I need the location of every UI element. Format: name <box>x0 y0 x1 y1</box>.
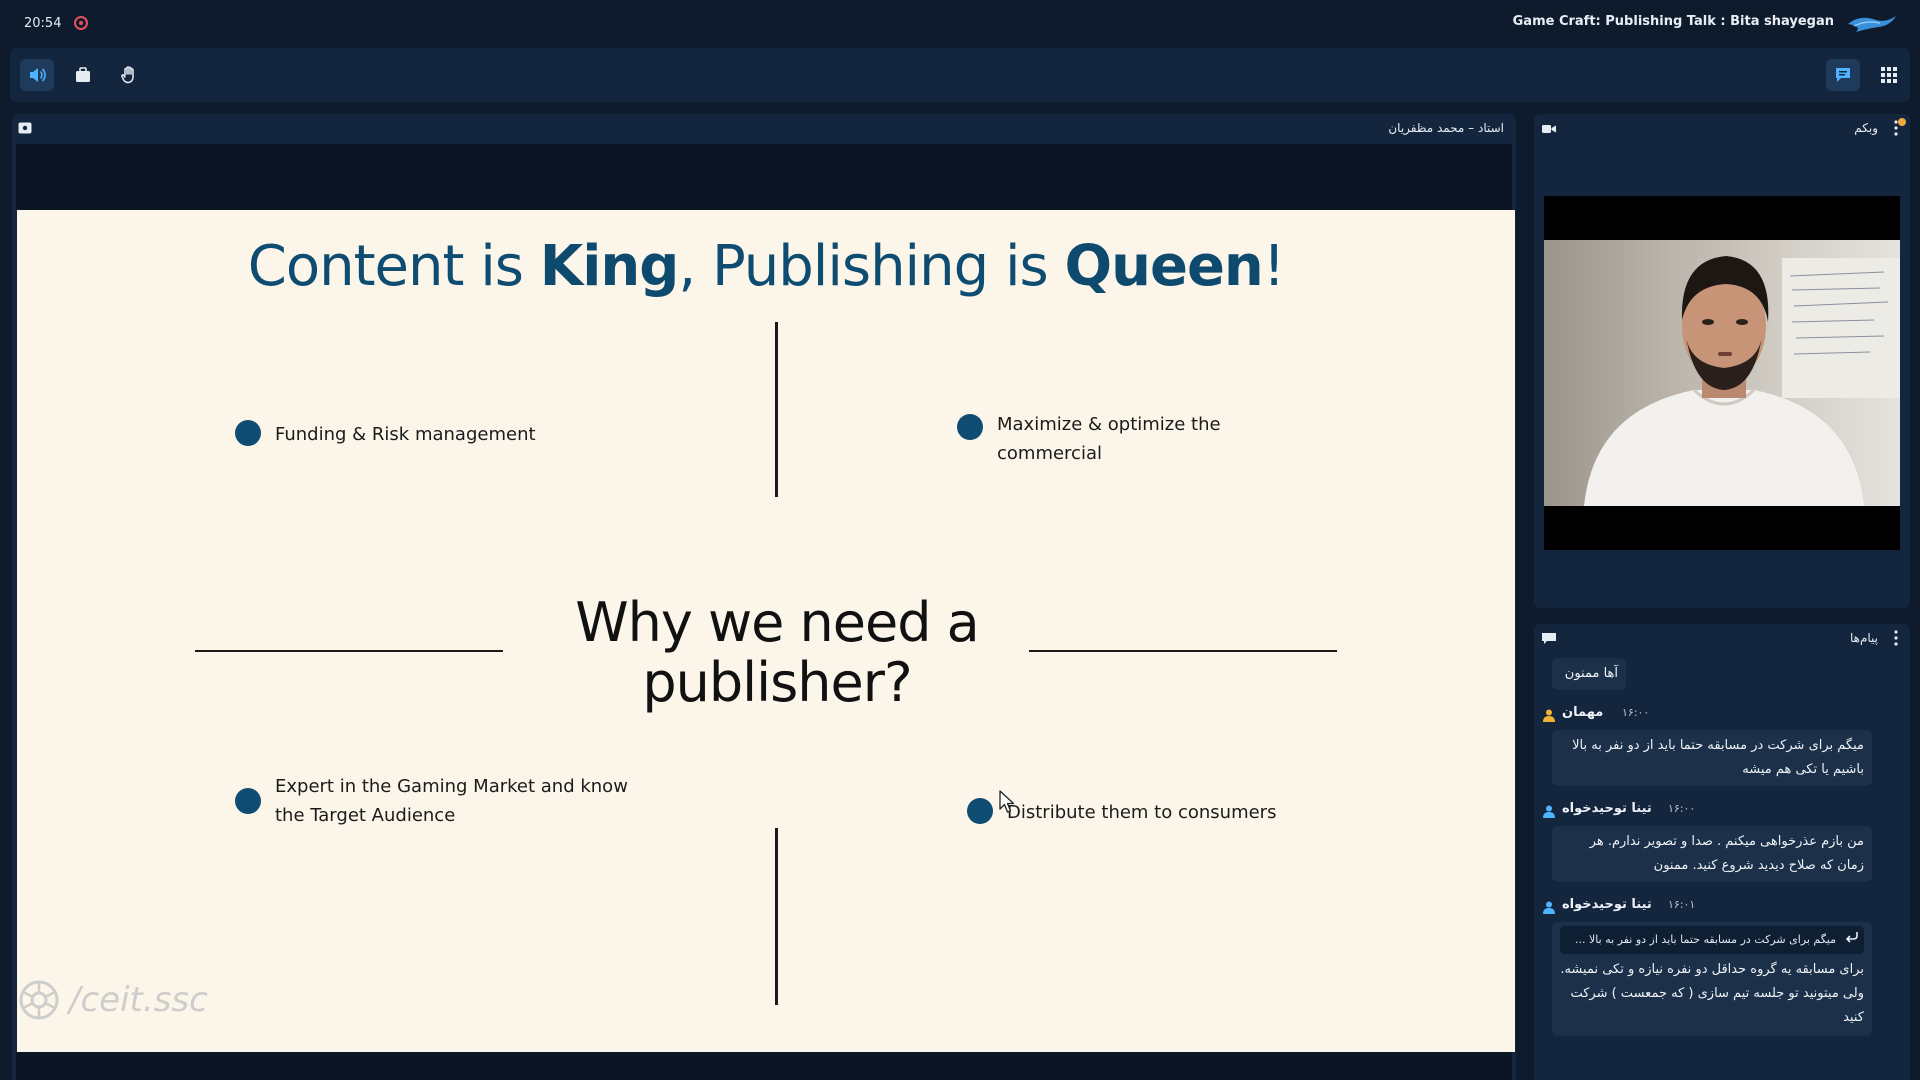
bullet-dot-icon <box>957 414 983 440</box>
presentation-header: استاد – محمد مظفریان <box>12 114 1516 144</box>
chat-icon <box>1542 633 1556 644</box>
title-queen: Queen <box>1064 234 1264 299</box>
chat-time: ۱۶:۰۰ <box>1668 802 1696 815</box>
mouse-pointer-icon <box>999 790 1015 813</box>
chat-sender: تینا توحیدخواه <box>1562 897 1652 912</box>
slide-letterbox-bottom <box>16 1052 1512 1080</box>
brand-logo-icon <box>1848 16 1896 32</box>
video-camera-icon <box>1542 125 1556 133</box>
bullet-item: Maximize & optimize the commercial <box>957 410 1227 468</box>
webcam-video-frame <box>1544 240 1900 506</box>
chat-header: پیام‌ها <box>1534 624 1910 654</box>
divider-horizontal-right <box>1029 650 1337 652</box>
recording-indicator-icon <box>74 16 88 30</box>
chat-sender: تینا توحیدخواه <box>1562 801 1652 816</box>
chat-message-meta: مهمان ۱۶:۰۰ <box>1542 704 1898 726</box>
bullet-item: Funding & Risk management <box>235 420 595 449</box>
presentation-panel: استاد – محمد مظفریان Content is King, Pu… <box>12 114 1516 1080</box>
chat-message-bubble: آها ممنون <box>1552 658 1626 690</box>
title-king: King <box>539 234 680 299</box>
raise-hand-icon <box>121 66 134 84</box>
share-content-button[interactable] <box>66 59 100 91</box>
chat-messages: آها ممنون مهمان ۱۶:۰۰ میگم برای شرکت در … <box>1542 658 1898 1036</box>
webcam-title: وبکم <box>1854 121 1878 135</box>
user-avatar-icon <box>1543 901 1555 914</box>
chat-message-meta: تینا توحیدخواه ۱۶:۰۱ <box>1542 896 1898 918</box>
meeting-toolbar <box>10 48 1910 102</box>
bullet-dot-icon <box>235 420 261 446</box>
camera-aperture-icon <box>19 980 59 1020</box>
divider-vertical-top <box>775 322 778 497</box>
chat-icon <box>1836 68 1850 82</box>
kebab-menu-icon[interactable] <box>1894 630 1898 646</box>
slide-title: Content is King, Publishing is Queen! <box>247 234 1286 299</box>
watermark: /ceit.ssc <box>17 978 208 1022</box>
slide-letterbox-top <box>16 144 1512 210</box>
chat-message-bubble: میگم برای شرکت در مسابقه حتما باید از دو… <box>1552 730 1872 786</box>
raise-hand-button[interactable] <box>112 59 146 91</box>
bullet-item: Distribute them to consumers <box>967 798 1327 827</box>
share-icon <box>76 67 90 82</box>
chat-message-bubble: من بازم عذرخواهی میکنم . صدا و تصویر ندا… <box>1552 826 1872 882</box>
chat-panel: پیام‌ها آها ممنون مهمان ۱۶:۰۰ میگم برای … <box>1534 624 1910 1080</box>
bullet-dot-icon <box>967 798 993 824</box>
apps-grid-button[interactable] <box>1872 59 1906 91</box>
chat-time: ۱۶:۰۱ <box>1668 898 1696 911</box>
bullet-dot-icon <box>235 788 261 814</box>
webcam-header: وبکم <box>1534 114 1910 144</box>
presenter-video-image <box>1584 256 1900 506</box>
chat-toggle-button[interactable] <box>1826 59 1860 91</box>
top-status-bar: 20:54 Game Craft: Publishing Talk : Bita… <box>0 0 1920 46</box>
presentation-slide: Content is King, Publishing is Queen! Wh… <box>17 210 1515 1052</box>
slide-center-question: Why we need a publisher? <box>575 591 980 714</box>
divider-vertical-bottom <box>775 828 778 1005</box>
webcam-panel: وبکم <box>1534 114 1910 608</box>
speaker-button[interactable] <box>20 59 54 91</box>
reply-arrow-icon <box>1845 932 1858 943</box>
apps-grid-icon <box>1881 67 1897 83</box>
webcam-video <box>1544 196 1900 550</box>
chat-sender: مهمان <box>1562 705 1604 720</box>
user-avatar-icon <box>1543 805 1555 818</box>
session-title: Game Craft: Publishing Talk : Bita shaye… <box>1512 14 1834 29</box>
notification-dot-icon <box>1898 118 1906 126</box>
chat-reply-quote[interactable]: میگم برای شرکت در مسابقه حتما باید از دو… <box>1560 926 1864 954</box>
chat-title: پیام‌ها <box>1849 631 1878 645</box>
presentation-icon[interactable] <box>18 122 32 134</box>
bullet-item: Expert in the Gaming Market and know the… <box>235 772 655 830</box>
chat-time: ۱۶:۰۰ <box>1622 706 1650 719</box>
chat-message-bubble: میگم برای شرکت در مسابقه حتما باید از دو… <box>1552 922 1872 1036</box>
chat-message-meta: تینا توحیدخواه ۱۶:۰۰ <box>1542 800 1898 822</box>
chat-message-text: برای مسابقه یه گروه حداقل دو نفره نیازه … <box>1560 962 1864 1025</box>
divider-horizontal-left <box>195 650 503 652</box>
speaker-icon <box>30 68 46 82</box>
user-avatar-icon <box>1543 709 1555 722</box>
session-clock: 20:54 <box>24 16 62 31</box>
presenter-label: استاد – محمد مظفریان <box>1388 121 1504 135</box>
